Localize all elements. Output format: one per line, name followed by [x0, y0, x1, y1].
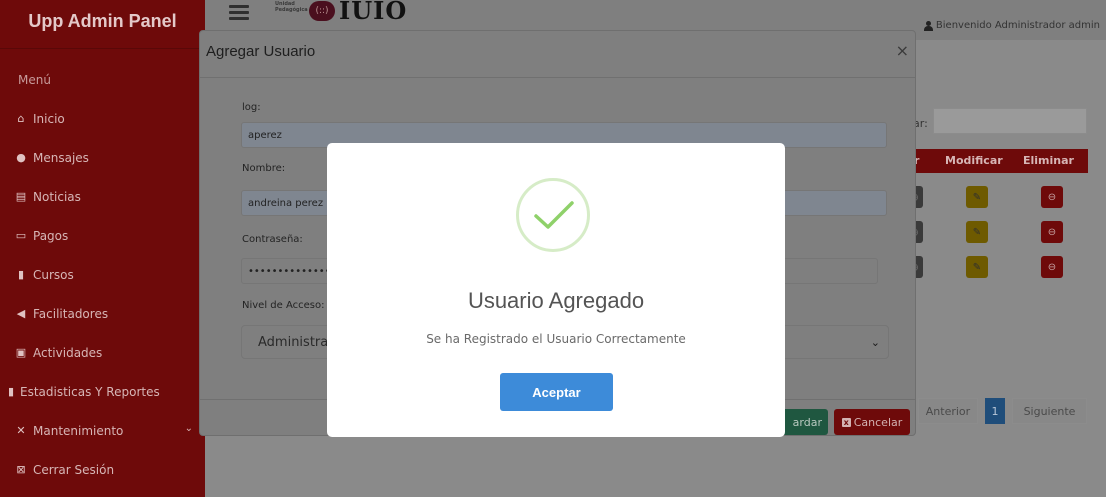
close-icon[interactable]: × [896, 41, 909, 60]
edit-icon: ✎ [972, 261, 982, 273]
close-box-icon: x [841, 417, 851, 427]
sidebar-item-label: Noticias [33, 189, 81, 204]
minus-circle-icon: ⊖ [1047, 191, 1057, 203]
sidebar-item-mantenimiento[interactable]: ✕ Mantenimiento ⌄ [0, 411, 205, 450]
sidebar-item-facilitadores[interactable]: ◀ Facilitadores [0, 294, 205, 333]
sidebar-item-label: Actividades [33, 345, 103, 360]
brand-title[interactable]: Upp Admin Panel [0, 0, 205, 49]
book-icon: ▮ [17, 268, 25, 281]
file-icon: ▮ [7, 385, 15, 398]
sidebar-item-cursos[interactable]: ▮ Cursos [0, 255, 205, 294]
newspaper-icon: ▤ [15, 190, 27, 203]
sidebar-item-label: Facilitadores [33, 306, 109, 321]
search-input[interactable] [933, 108, 1087, 134]
alert-message: Se ha Registrado el Usuario Correctament… [426, 332, 686, 346]
column-header-modificar: Modificar [945, 154, 1003, 167]
welcome-message: Bienvenido Administrador admin [923, 20, 1100, 31]
modal-header: Agregar Usuario × [200, 31, 915, 78]
logo-mark: (::) [309, 1, 335, 21]
minus-circle-icon: ⊖ [1047, 261, 1057, 273]
sidebar-item-label: Cursos [33, 267, 74, 282]
user-icon [923, 20, 933, 31]
menu-heading: Menú [18, 73, 51, 87]
sidebar-item-label: Inicio [33, 111, 65, 126]
sidebar-item-pagos[interactable]: ▭ Pagos [0, 216, 205, 255]
sidebar-item-label: Pagos [33, 228, 69, 243]
logo-text: IUIO [339, 0, 408, 25]
sidebar-item-label: Mantenimiento [33, 423, 124, 438]
sidebar: Upp Admin Panel Menú ⌂ Inicio ● Mensajes… [0, 0, 205, 497]
sidebar-item-label: Mensajes [33, 150, 89, 165]
pager-next[interactable]: Siguiente [1012, 398, 1087, 424]
sidebar-item-cerrar-sesion[interactable]: ⊠ Cerrar Sesión [0, 450, 205, 489]
pager-page-1[interactable]: 1 [985, 398, 1005, 424]
minus-circle-icon: ⊖ [1047, 226, 1057, 238]
chevron-down-icon: ⌄ [184, 423, 193, 434]
sidebar-item-label: Estadisticas Y Reportes [20, 384, 160, 399]
access-level-label: Nivel de Acceso: [242, 300, 325, 311]
sidebar-item-noticias[interactable]: ▤ Noticias [0, 177, 205, 216]
cancel-button[interactable]: x Cancelar [834, 409, 910, 435]
delete-button[interactable]: ⊖ [1041, 256, 1063, 278]
chevron-down-icon: ⌄ [870, 336, 880, 349]
image-icon: ▣ [15, 346, 27, 359]
delete-button[interactable]: ⊖ [1041, 221, 1063, 243]
table-header: r Modificar Eliminar [905, 149, 1088, 173]
cancel-label: Cancelar [853, 415, 903, 429]
money-icon: ▭ [15, 229, 27, 242]
tools-icon: ✕ [16, 424, 26, 437]
success-alert: Usuario Agregado Se ha Registrado el Usu… [327, 143, 785, 437]
edit-icon: ✎ [972, 226, 982, 238]
edit-button[interactable]: ✎ [966, 221, 988, 243]
welcome-text: Bienvenido Administrador admin [935, 20, 1100, 31]
login-label: log: [242, 102, 261, 113]
password-label: Contraseña: [242, 234, 303, 245]
success-check-icon [516, 178, 590, 252]
sidebar-item-mensajes[interactable]: ● Mensajes [0, 138, 205, 177]
bullhorn-icon: ◀ [16, 307, 26, 320]
logout-icon: ⊠ [16, 463, 26, 476]
hamburger-menu-icon[interactable] [229, 2, 249, 23]
sidebar-item-label: Cerrar Sesión [33, 462, 115, 477]
sidebar-item-estadisticas[interactable]: ▮ Estadisticas Y Reportes [0, 372, 205, 411]
chat-icon: ● [16, 151, 26, 164]
home-icon: ⌂ [17, 112, 25, 125]
column-header-eliminar: Eliminar [1023, 154, 1074, 167]
logo-caption: Unidad Pedagógica [275, 1, 308, 13]
sidebar-item-actividades[interactable]: ▣ Actividades [0, 333, 205, 372]
alert-title: Usuario Agregado [467, 288, 645, 313]
edit-button[interactable]: ✎ [966, 186, 988, 208]
accept-button[interactable]: Aceptar [500, 373, 613, 411]
edit-icon: ✎ [972, 191, 982, 203]
sidebar-item-inicio[interactable]: ⌂ Inicio [0, 99, 205, 138]
pager-previous[interactable]: Anterior [918, 398, 978, 424]
edit-button[interactable]: ✎ [966, 256, 988, 278]
delete-button[interactable]: ⊖ [1041, 186, 1063, 208]
name-label: Nombre: [242, 163, 286, 174]
modal-title: Agregar Usuario [206, 43, 316, 60]
